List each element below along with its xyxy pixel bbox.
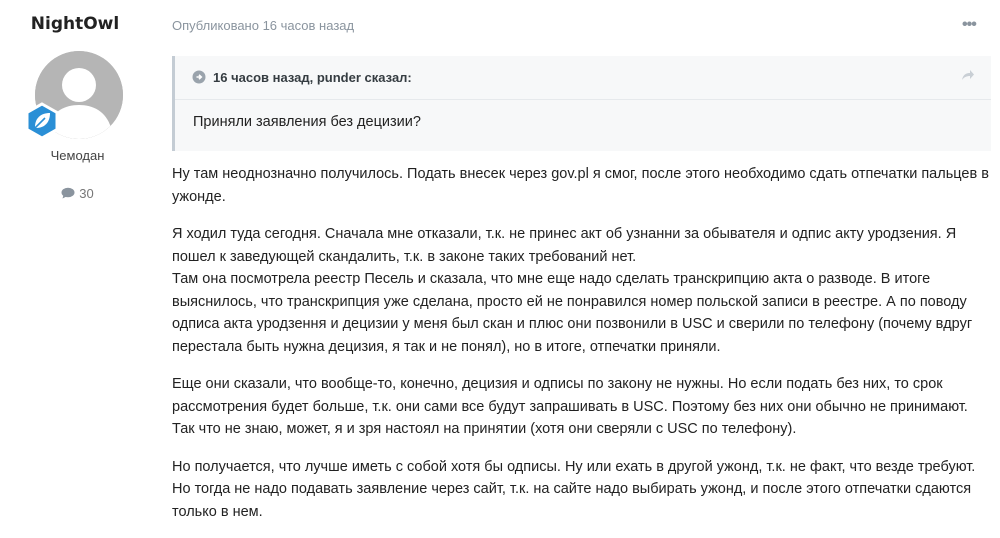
comment-icon: [61, 187, 75, 202]
author-rank: Чемодан: [50, 148, 105, 163]
post-paragraph-2: Я ходил туда сегодня. Сначала мне отказа…: [172, 226, 973, 355]
post-content: Ну там неоднозначно получилось. Подать в…: [172, 163, 992, 538]
quote-block: 16 часов назад, punder сказал: Приняли з…: [172, 56, 991, 151]
quote-citation[interactable]: 16 часов назад, punder сказал:: [213, 70, 412, 85]
arrow-circle-icon: [192, 70, 206, 87]
ellipsis-icon[interactable]: •••: [962, 16, 977, 34]
post-paragraph-1: Ну там неоднозначно получилось. Подать в…: [172, 166, 989, 205]
author-name[interactable]: NightOwl: [0, 14, 150, 34]
post-meta-date[interactable]: Опубликовано 16 часов назад: [172, 18, 354, 33]
quote-header: 16 часов назад, punder сказал:: [175, 56, 991, 100]
post-count-value: 30: [79, 186, 94, 201]
leaf-badge-icon: [23, 102, 61, 140]
share-arrow-icon[interactable]: [961, 69, 975, 84]
quote-text: Приняли заявления без децизии?: [193, 114, 421, 130]
post-paragraph-3: Еще они сказали, что вообще-то, конечно,…: [172, 376, 968, 437]
post-count: 30: [0, 186, 155, 202]
